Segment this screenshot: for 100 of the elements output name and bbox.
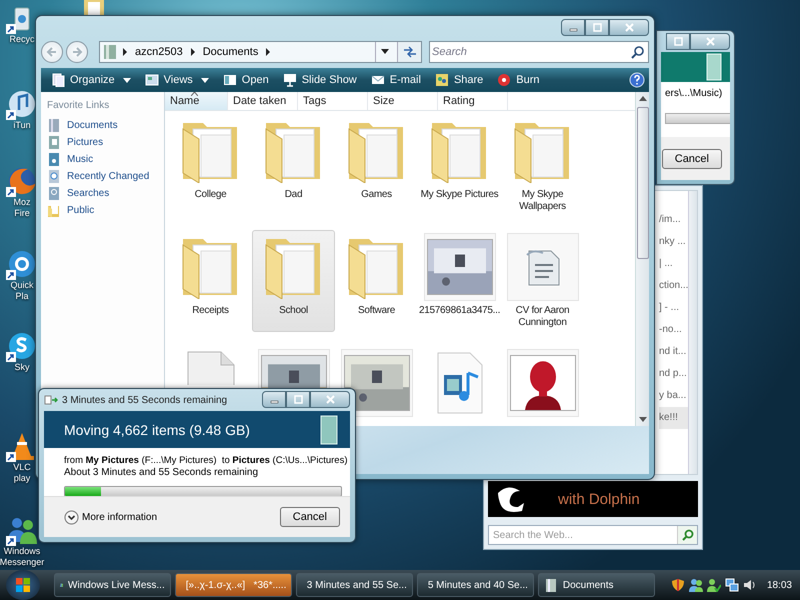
- sidebar-item[interactable]: Searches: [47, 185, 164, 202]
- people-check-icon: [706, 578, 721, 592]
- forward-button[interactable]: [66, 41, 88, 63]
- icon-label: VLC: [13, 462, 31, 473]
- toolbar-button[interactable]: Views: [138, 71, 215, 89]
- folder-icon: [47, 203, 61, 218]
- file-label: 215769861a3475...: [419, 305, 500, 317]
- cancel-button[interactable]: Cancel: [280, 507, 340, 527]
- cancel-button[interactable]: Cancel: [662, 148, 722, 168]
- message-line[interactable]: nd it...: [659, 341, 688, 363]
- search-button[interactable]: [677, 526, 697, 544]
- message-line[interactable]: ction...: [659, 275, 688, 297]
- scrollbar[interactable]: [635, 92, 649, 426]
- library-icon: [47, 169, 61, 184]
- start-button[interactable]: [6, 570, 40, 600]
- more-information-button[interactable]: More information: [64, 510, 158, 524]
- search-box[interactable]: Search the Web...: [488, 525, 698, 545]
- caret-icon: [122, 78, 131, 82]
- taskbar-button[interactable]: 5 Minutes and 40 Se...: [416, 573, 534, 597]
- taskbar-button[interactable]: 3 Minutes and 55 Se...: [296, 573, 413, 597]
- maximize-icon: [674, 37, 682, 46]
- taskbar-button[interactable]: Documents: [538, 573, 655, 597]
- scroll-thumb[interactable]: [636, 107, 648, 259]
- address-bar[interactable]: azcn2503 Documents: [99, 41, 422, 63]
- toolbar-button[interactable]: Burn: [491, 71, 546, 89]
- maximize-button[interactable]: [585, 19, 609, 36]
- close-button[interactable]: [310, 391, 350, 408]
- close-button[interactable]: [690, 33, 730, 50]
- refresh-button[interactable]: [397, 42, 421, 62]
- caret-icon: [380, 49, 388, 55]
- folder-icon: [82, 0, 106, 16]
- path-text: ers\...\Music): [665, 88, 724, 99]
- scroll-down-icon: [638, 417, 646, 422]
- maximize-button[interactable]: [286, 391, 310, 408]
- maximize-button[interactable]: [666, 33, 690, 50]
- message-line[interactable]: /im...: [659, 209, 688, 231]
- toolbar-button[interactable]: Organize: [45, 71, 137, 89]
- file-tile[interactable]: School: [252, 230, 335, 332]
- clock[interactable]: 18:03: [766, 580, 792, 590]
- file-label: My Skype Pictures: [420, 189, 498, 201]
- breadcrumb-item[interactable]: azcn2503: [133, 46, 185, 58]
- scroll-up-icon: [638, 96, 646, 101]
- close-icon: [624, 23, 634, 32]
- dialog-heading: Moving 4,662 items (9.48 GB): [64, 422, 250, 438]
- search-box[interactable]: Search: [429, 41, 649, 63]
- close-icon: [706, 37, 714, 46]
- minimize-button[interactable]: [561, 19, 585, 36]
- close-icon: [326, 395, 334, 404]
- search-field[interactable]: Search: [430, 45, 631, 59]
- window-icon: [144, 73, 159, 87]
- message-line[interactable]: | ...: [659, 253, 688, 275]
- column-header[interactable]: Rating: [438, 92, 508, 110]
- folder-icon: [544, 578, 558, 592]
- maximize-icon: [592, 23, 602, 32]
- scrollbar[interactable]: [688, 191, 697, 474]
- icon-label: Windows: [4, 546, 40, 557]
- minimize-button[interactable]: [262, 391, 286, 408]
- column-header[interactable]: Size: [368, 92, 438, 110]
- toolbar-button[interactable]: Slide Show: [276, 71, 363, 89]
- icon-label: Quick: [10, 280, 34, 291]
- message-line[interactable]: ] - ...: [659, 297, 688, 319]
- app-icon: [6, 248, 38, 280]
- maximize-icon: [294, 395, 302, 404]
- close-button[interactable]: [609, 19, 649, 36]
- media-file-icon: [436, 351, 484, 415]
- sidebar-item[interactable]: Documents: [47, 117, 164, 134]
- message-line[interactable]: nd p...: [659, 363, 688, 385]
- library-icon: [47, 152, 61, 167]
- window-title: 3 Minutes and 55 Seconds remaining: [62, 394, 228, 406]
- column-header[interactable]: Date taken: [228, 92, 298, 110]
- column-header[interactable]: Tags: [298, 92, 368, 110]
- back-button[interactable]: [41, 41, 63, 63]
- icon-label: Moz: [13, 197, 30, 208]
- message-line[interactable]: y ba...: [659, 385, 688, 407]
- file-label: College: [194, 189, 226, 201]
- icon-label: play: [14, 473, 30, 484]
- back-arrow-icon: [46, 46, 58, 58]
- taskbar-button[interactable]: Windows Live Mess...: [54, 573, 171, 597]
- ad-banner[interactable]: with Dolphin: [488, 481, 698, 517]
- breadcrumb-item[interactable]: Documents: [200, 46, 260, 58]
- message-line[interactable]: nky ...: [659, 231, 688, 253]
- sidebar-item[interactable]: Music: [47, 151, 164, 168]
- sidebar-item[interactable]: Pictures: [47, 134, 164, 151]
- search-icon: [682, 529, 694, 541]
- toolbar-button[interactable]: Share: [428, 71, 490, 89]
- sidebar-item[interactable]: Public: [47, 202, 164, 219]
- help-button[interactable]: [629, 72, 645, 88]
- pages-icon: [51, 73, 65, 87]
- icon-label: iTun: [13, 120, 31, 131]
- file-label: Dad: [284, 189, 302, 201]
- sidebar-item[interactable]: Recently Changed: [47, 168, 164, 185]
- library-icon: [47, 186, 61, 201]
- library-icon: [47, 118, 61, 133]
- share-icon: [434, 73, 449, 87]
- disc-icon: [497, 73, 512, 87]
- toolbar-button[interactable]: E-mail: [364, 71, 427, 89]
- column-header[interactable]: Name: [165, 92, 228, 110]
- taskbar-button[interactable]: [»..χ-1.σ-χ..«] *36*.....: [174, 573, 292, 597]
- toolbar-button[interactable]: Open: [216, 71, 275, 89]
- message-line[interactable]: -no...: [659, 319, 688, 341]
